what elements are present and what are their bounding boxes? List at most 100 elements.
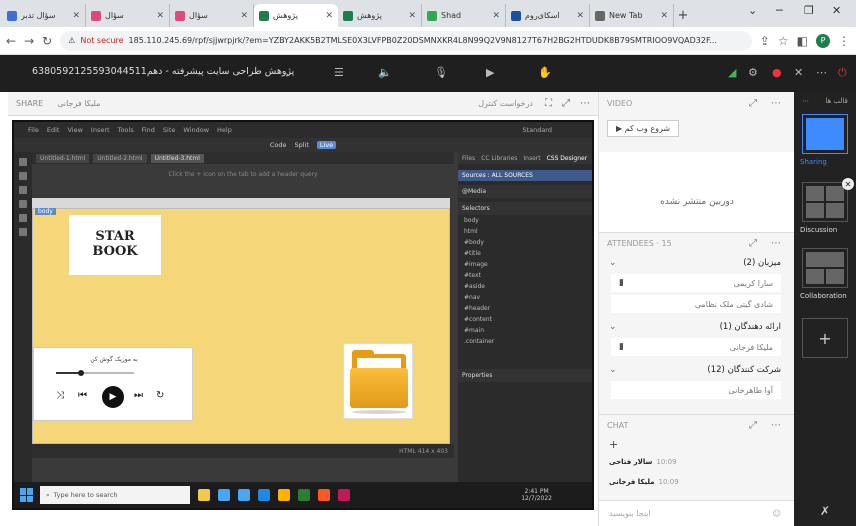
close-window-button[interactable]: ✕ xyxy=(832,4,841,17)
progress-knob[interactable] xyxy=(77,370,84,376)
minimize-button[interactable]: ─ xyxy=(776,4,783,17)
dw-selector-item[interactable]: #aside xyxy=(458,281,592,292)
browser-tab[interactable]: Shad ✕ xyxy=(422,4,506,27)
taskbar-app-icon[interactable] xyxy=(318,489,330,501)
forward-icon[interactable]: → xyxy=(24,34,34,48)
expand-icon[interactable]: ⤢ xyxy=(749,420,757,431)
previous-icon[interactable]: ⏮ xyxy=(78,390,87,401)
more-icon[interactable]: ⋯ xyxy=(580,98,590,109)
close-icon[interactable]: ✕ xyxy=(842,178,854,190)
dw-properties-row[interactable]: Properties xyxy=(458,369,592,382)
menu-icon[interactable]: ⋮ xyxy=(838,34,850,48)
close-tab-icon[interactable]: ✕ xyxy=(72,11,80,21)
dw-selector-item[interactable]: html xyxy=(458,226,592,237)
more-icon[interactable]: ⋯ xyxy=(802,97,809,105)
dw-menu-item[interactable]: Tools xyxy=(118,126,134,134)
maximize-button[interactable]: ❐ xyxy=(804,4,814,17)
dw-sources-row[interactable]: Sources : ALL SOURCES xyxy=(458,170,592,181)
dw-menu-item[interactable]: Insert xyxy=(91,126,110,134)
dw-media-row[interactable]: @Media xyxy=(458,185,592,198)
close-icon[interactable]: ✕ xyxy=(794,66,803,79)
attendee-group-header[interactable]: ⌄ ارائه دهندگان (1) xyxy=(599,318,795,336)
dw-panel-tab[interactable]: Files xyxy=(462,155,475,162)
wrench-icon[interactable]: ✗ xyxy=(820,504,830,518)
dw-selector-item[interactable]: #main xyxy=(458,325,592,336)
dw-selector-item[interactable]: #content xyxy=(458,314,592,325)
dw-selector-item[interactable]: #text xyxy=(458,270,592,281)
close-tab-icon[interactable]: ✕ xyxy=(576,11,584,21)
close-tab-icon[interactable]: ✕ xyxy=(240,11,248,21)
more-icon[interactable]: ⋯ xyxy=(771,420,781,431)
taskbar-app-icon[interactable] xyxy=(338,489,350,501)
close-tab-icon[interactable]: ✕ xyxy=(492,11,500,21)
dw-panel-tab[interactable]: CSS Designer xyxy=(547,155,588,162)
dw-menu-item[interactable]: View xyxy=(67,126,82,134)
dw-selector-item[interactable]: #header xyxy=(458,303,592,314)
start-webcam-button[interactable]: ▶ شروع وب کم xyxy=(607,120,680,137)
dw-menu-item[interactable]: Site xyxy=(163,126,175,134)
dw-mode-tab[interactable]: Split xyxy=(294,141,308,149)
fullscreen-icon[interactable]: ⤢ xyxy=(562,98,570,109)
reload-icon[interactable]: ↻ xyxy=(42,34,52,48)
camera-icon[interactable]: ▶ xyxy=(486,66,494,79)
dw-document-tab[interactable]: Untitled-2.html xyxy=(93,153,147,163)
dw-selector-item[interactable]: #image xyxy=(458,259,592,270)
dw-panel-tab[interactable]: Insert xyxy=(523,155,540,162)
expand-icon[interactable]: ⤢ xyxy=(749,98,757,109)
attendee-group-header[interactable]: ⌄ شرکت کنندگان (12) xyxy=(599,361,795,379)
microphone-icon[interactable]: 🎙 xyxy=(434,66,448,79)
repeat-icon[interactable]: ↻ xyxy=(156,390,164,401)
windows-start-icon[interactable] xyxy=(20,488,34,502)
taskbar-app-icon[interactable] xyxy=(218,489,230,501)
expand-icon[interactable]: ⤢ xyxy=(749,238,757,249)
layout-discussion[interactable] xyxy=(802,182,848,222)
dw-menu-item[interactable]: File xyxy=(28,126,39,134)
add-chat-icon[interactable]: + xyxy=(609,438,618,451)
sidebar-icon[interactable]: ◧ xyxy=(797,34,808,48)
dw-menu-item[interactable]: Edit xyxy=(47,126,60,134)
dw-mode-tab[interactable]: Live xyxy=(316,141,337,149)
dw-menu-item[interactable]: Window xyxy=(183,126,209,134)
layout-icon[interactable]: ☰ xyxy=(334,66,344,79)
close-tab-icon[interactable]: ✕ xyxy=(660,11,668,21)
close-tab-icon[interactable]: ✕ xyxy=(325,11,333,21)
browser-tab[interactable]: سؤال ✕ xyxy=(86,4,170,27)
taskbar-app-icon[interactable] xyxy=(278,489,290,501)
shuffle-icon[interactable]: ⤨ xyxy=(56,390,64,401)
browser-tab[interactable]: New Tab ✕ xyxy=(590,4,674,27)
dw-workspace-select[interactable]: Standard xyxy=(522,126,552,134)
dw-selector-item[interactable]: #nav xyxy=(458,292,592,303)
dw-menu-item[interactable]: Help xyxy=(217,126,232,134)
new-tab-button[interactable]: + xyxy=(674,4,692,27)
more-icon[interactable]: ⋯ xyxy=(816,66,827,79)
progress-track[interactable] xyxy=(56,370,134,376)
taskbar-app-icon[interactable] xyxy=(238,489,250,501)
taskbar-search-input[interactable]: ⌕ Type here to search xyxy=(40,486,190,504)
attendee-row[interactable]: ▮ ملیکا فرجانی xyxy=(611,338,781,356)
more-icon[interactable]: ⋯ xyxy=(771,98,781,109)
dw-selectors-row[interactable]: Selectors xyxy=(458,202,592,215)
fit-screen-icon[interactable]: ⛶ xyxy=(545,98,552,109)
speaker-icon[interactable]: 🔈 xyxy=(378,66,392,79)
attendee-row[interactable]: ▮ سارا کریمی xyxy=(611,274,781,292)
star-icon[interactable]: ☆ xyxy=(778,34,789,48)
browser-tab[interactable]: سؤال تدبر ✕ xyxy=(2,4,86,27)
dw-selector-item[interactable]: #title xyxy=(458,248,592,259)
url-field[interactable]: ⚠ Not secure 185.110.245.69/rpf/sjjwrpjr… xyxy=(60,30,752,51)
dw-menu-item[interactable]: Find xyxy=(142,126,155,134)
tab-search-icon[interactable]: ⌄ xyxy=(748,4,757,17)
gear-icon[interactable]: ⚙ xyxy=(748,66,758,79)
dw-selector-item[interactable]: body xyxy=(458,215,592,226)
attendee-group-header[interactable]: ⌄ میزبان (2) xyxy=(599,254,795,272)
record-icon[interactable]: ● xyxy=(772,66,782,79)
taskbar-app-icon[interactable] xyxy=(258,489,270,501)
play-icon[interactable]: ▶ xyxy=(102,386,124,408)
dw-document-tab[interactable]: Untitled-1.html xyxy=(36,153,90,163)
browser-tab[interactable]: پژوهش ✕ xyxy=(338,4,422,27)
chat-input[interactable]: اینجا بنویسید ☺ xyxy=(599,500,795,526)
attendee-row[interactable]: شادی گیتی ملک نظامی xyxy=(611,295,781,313)
share-icon[interactable]: ⇪ xyxy=(760,34,770,48)
emoji-icon[interactable]: ☺ xyxy=(773,509,781,518)
request-control-button[interactable]: درخواست کنترل xyxy=(478,99,533,108)
layout-collaboration[interactable] xyxy=(802,248,848,288)
